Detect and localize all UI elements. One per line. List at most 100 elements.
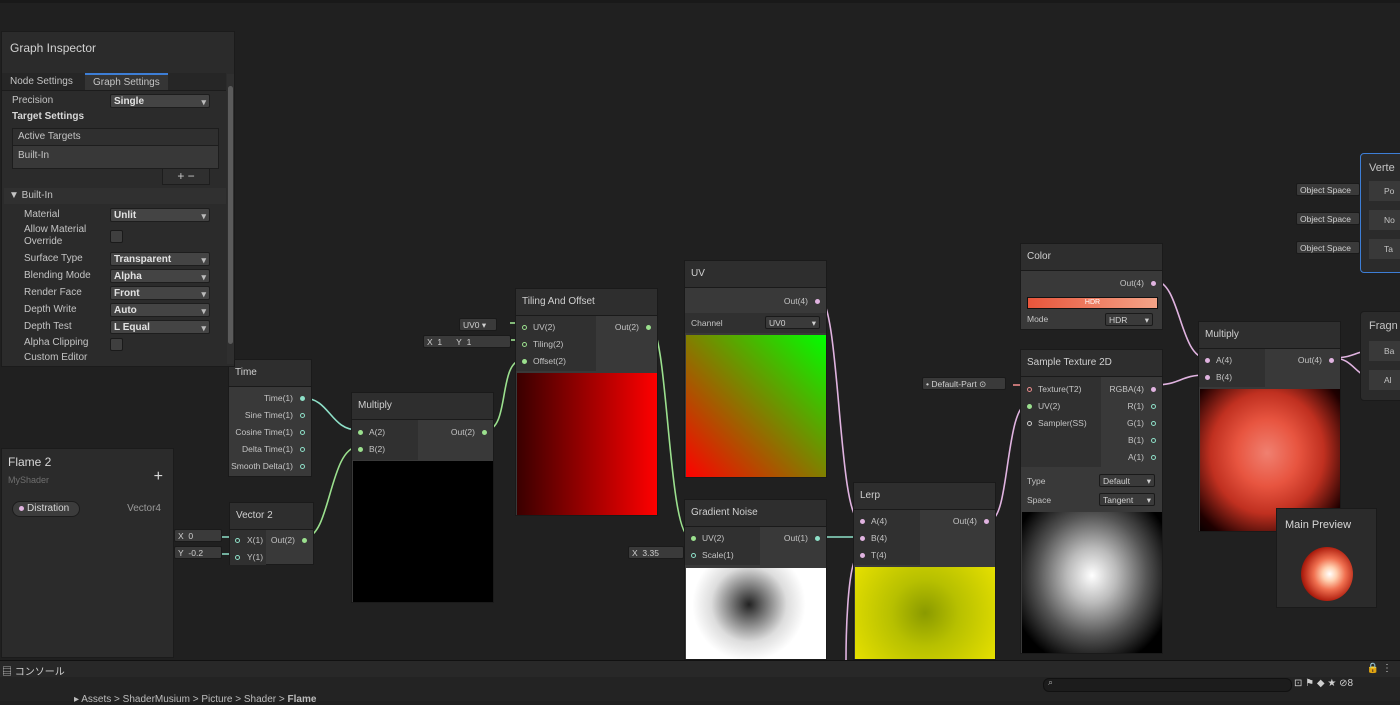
- lerp-out: Out(4): [952, 516, 977, 526]
- tiling-xy-field[interactable]: X 1 Y 1: [423, 335, 511, 348]
- inspector-scrollbar[interactable]: [227, 74, 234, 364]
- tiling-offset-node[interactable]: Tiling And Offset UV(2) Tiling(2) Offset…: [515, 288, 658, 516]
- main-preview-panel[interactable]: Main Preview: [1276, 508, 1377, 608]
- console-lock-icon[interactable]: 🔒 ⋮: [1367, 663, 1392, 674]
- vector2-x-field[interactable]: X 0: [174, 529, 222, 542]
- multiply-node-2[interactable]: Multiply A(4) B(4) Out(4): [1198, 321, 1341, 532]
- vector2-y-port[interactable]: [235, 555, 240, 560]
- property-pill-distration[interactable]: Distration: [12, 501, 80, 517]
- vector2-node[interactable]: Vector 2 X(1) Y(1) Out(2): [229, 502, 314, 565]
- sample-type-dropdown[interactable]: Default ▾: [1099, 474, 1155, 487]
- vector2-y-field[interactable]: Y -0.2: [174, 546, 222, 559]
- depth-test-dropdown[interactable]: L Equal: [110, 320, 210, 335]
- multiply2-b-port[interactable]: [1205, 375, 1210, 380]
- uv-out-port[interactable]: [815, 299, 820, 304]
- graph-inspector[interactable]: Graph Inspector Node Settings Graph Sett…: [1, 31, 235, 367]
- vertex-normal-space[interactable]: Object Space: [1296, 212, 1360, 225]
- multiply2-out-port[interactable]: [1329, 358, 1334, 363]
- multiply1-out-port[interactable]: [482, 430, 487, 435]
- sample-texture-chip[interactable]: • Default-Part ⊙: [922, 377, 1006, 390]
- sample-space-dropdown[interactable]: Tangent ▾: [1099, 493, 1155, 506]
- console-tab[interactable]: ▤ コンソール: [2, 663, 65, 678]
- tiling-uv-chip[interactable]: UV0 ▾: [459, 318, 497, 331]
- blending-mode-dropdown[interactable]: Alpha: [110, 269, 210, 284]
- render-face-dropdown[interactable]: Front: [110, 286, 210, 301]
- multiply2-a-port[interactable]: [1205, 358, 1210, 363]
- vertex-normal-block[interactable]: No: [1369, 210, 1400, 230]
- target-settings-heading: Target Settings: [12, 111, 85, 122]
- fragment-basecolor-block[interactable]: Ba: [1369, 341, 1400, 361]
- vector2-x-port[interactable]: [235, 538, 240, 543]
- inspector-scroll-thumb[interactable]: [228, 86, 233, 344]
- sample-texture-port[interactable]: [1027, 387, 1032, 392]
- color-node[interactable]: Color Out(4) HDR Mode HDR ▾: [1020, 243, 1163, 330]
- material-dropdown[interactable]: Unlit: [110, 208, 210, 223]
- time-port-dot[interactable]: [300, 396, 305, 401]
- lerp-out-port[interactable]: [984, 519, 989, 524]
- console-search-input[interactable]: ⌕: [1043, 677, 1292, 692]
- surface-type-dropdown[interactable]: Transparent: [110, 252, 210, 267]
- tiling-out-port[interactable]: [646, 325, 651, 330]
- vertex-position-block[interactable]: Po: [1369, 181, 1400, 201]
- sample-g-port[interactable]: [1151, 421, 1156, 426]
- gradient-noise-node[interactable]: Gradient Noise UV(2) Scale(1) Out(1): [684, 499, 827, 660]
- multiply-node-1[interactable]: Multiply A(2) B(2) Out(2): [351, 392, 494, 603]
- tab-node-settings[interactable]: Node Settings: [2, 73, 81, 90]
- vertex-position-space[interactable]: Object Space: [1296, 183, 1360, 196]
- add-remove-target-buttons[interactable]: + −: [162, 168, 210, 185]
- fragment-context[interactable]: Fragn Ba Al: [1360, 311, 1400, 401]
- lerp-node[interactable]: Lerp A(4) B(4) T(4) Out(4): [853, 482, 996, 660]
- console-toolbar-icons[interactable]: ⊡ ⚑ ◆ ★ ⊘8: [1294, 678, 1353, 689]
- smooth-port-dot[interactable]: [300, 464, 305, 469]
- tiling-tiling-port[interactable]: [522, 342, 527, 347]
- sample-texture-node[interactable]: Sample Texture 2D Texture(T2) UV(2) Samp…: [1020, 349, 1163, 654]
- target-builtin[interactable]: Built-In: [18, 150, 49, 161]
- sample-uv-port[interactable]: [1027, 404, 1032, 409]
- sample-r-port[interactable]: [1151, 404, 1156, 409]
- precision-dropdown[interactable]: Single: [110, 94, 210, 109]
- fragment-alpha-block[interactable]: Al: [1369, 370, 1400, 390]
- tiling-uv-port[interactable]: [522, 325, 527, 330]
- builtin-section-header[interactable]: ▼ Built-In: [4, 188, 226, 204]
- sample-b-port[interactable]: [1151, 438, 1156, 443]
- gradient-uv-port[interactable]: [691, 536, 696, 541]
- active-targets-list[interactable]: Built-In: [12, 145, 219, 169]
- color-mode-dropdown[interactable]: HDR ▾: [1105, 313, 1153, 326]
- gradient-out-port[interactable]: [815, 536, 820, 541]
- lerp-t-port[interactable]: [860, 553, 865, 558]
- vector2-out-port[interactable]: [302, 538, 307, 543]
- blackboard-panel[interactable]: Flame 2 MyShader + Distration Vector4: [1, 448, 174, 658]
- color-swatch[interactable]: HDR: [1027, 297, 1158, 309]
- vertex-context[interactable]: Verte Po No Ta: [1360, 153, 1400, 273]
- vector2-in-x: X(1): [247, 535, 264, 545]
- blackboard-subtitle: MyShader: [8, 475, 50, 485]
- tiling-offset-port[interactable]: [522, 359, 527, 364]
- preview-sphere: [1301, 547, 1353, 601]
- color-out-port[interactable]: [1151, 281, 1156, 286]
- color-out: Out(4): [1119, 278, 1144, 288]
- gradient-scale-port[interactable]: [691, 553, 696, 558]
- uv-channel-dropdown[interactable]: UV0 ▾: [765, 316, 820, 329]
- gradient-scale-field[interactable]: X 3.35: [628, 546, 684, 559]
- shader-graph-canvas[interactable]: Time Time(1) Sine Time(1) Cosine Time(1)…: [0, 3, 1400, 660]
- time-node[interactable]: Time Time(1) Sine Time(1) Cosine Time(1)…: [228, 359, 312, 477]
- sample-out-r: R(1): [1127, 401, 1144, 411]
- cosine-port-dot[interactable]: [300, 430, 305, 435]
- alpha-clipping-checkbox[interactable]: [110, 338, 123, 351]
- sample-rgba-port[interactable]: [1151, 387, 1156, 392]
- allow-override-checkbox[interactable]: [110, 230, 123, 243]
- depth-write-dropdown[interactable]: Auto: [110, 303, 210, 318]
- sample-sampler-port[interactable]: [1027, 421, 1032, 426]
- uv-node[interactable]: UV Out(4) Channel UV0 ▾: [684, 260, 827, 478]
- vertex-tangent-space[interactable]: Object Space: [1296, 241, 1360, 254]
- tab-graph-settings[interactable]: Graph Settings: [85, 73, 168, 90]
- lerp-a-port[interactable]: [860, 519, 865, 524]
- blackboard-add-button[interactable]: +: [154, 468, 163, 486]
- delta-port-dot[interactable]: [300, 447, 305, 452]
- multiply1-a-port[interactable]: [358, 430, 363, 435]
- sample-a-port[interactable]: [1151, 455, 1156, 460]
- sine-port-dot[interactable]: [300, 413, 305, 418]
- multiply1-b-port[interactable]: [358, 447, 363, 452]
- lerp-b-port[interactable]: [860, 536, 865, 541]
- vertex-tangent-block[interactable]: Ta: [1369, 239, 1400, 259]
